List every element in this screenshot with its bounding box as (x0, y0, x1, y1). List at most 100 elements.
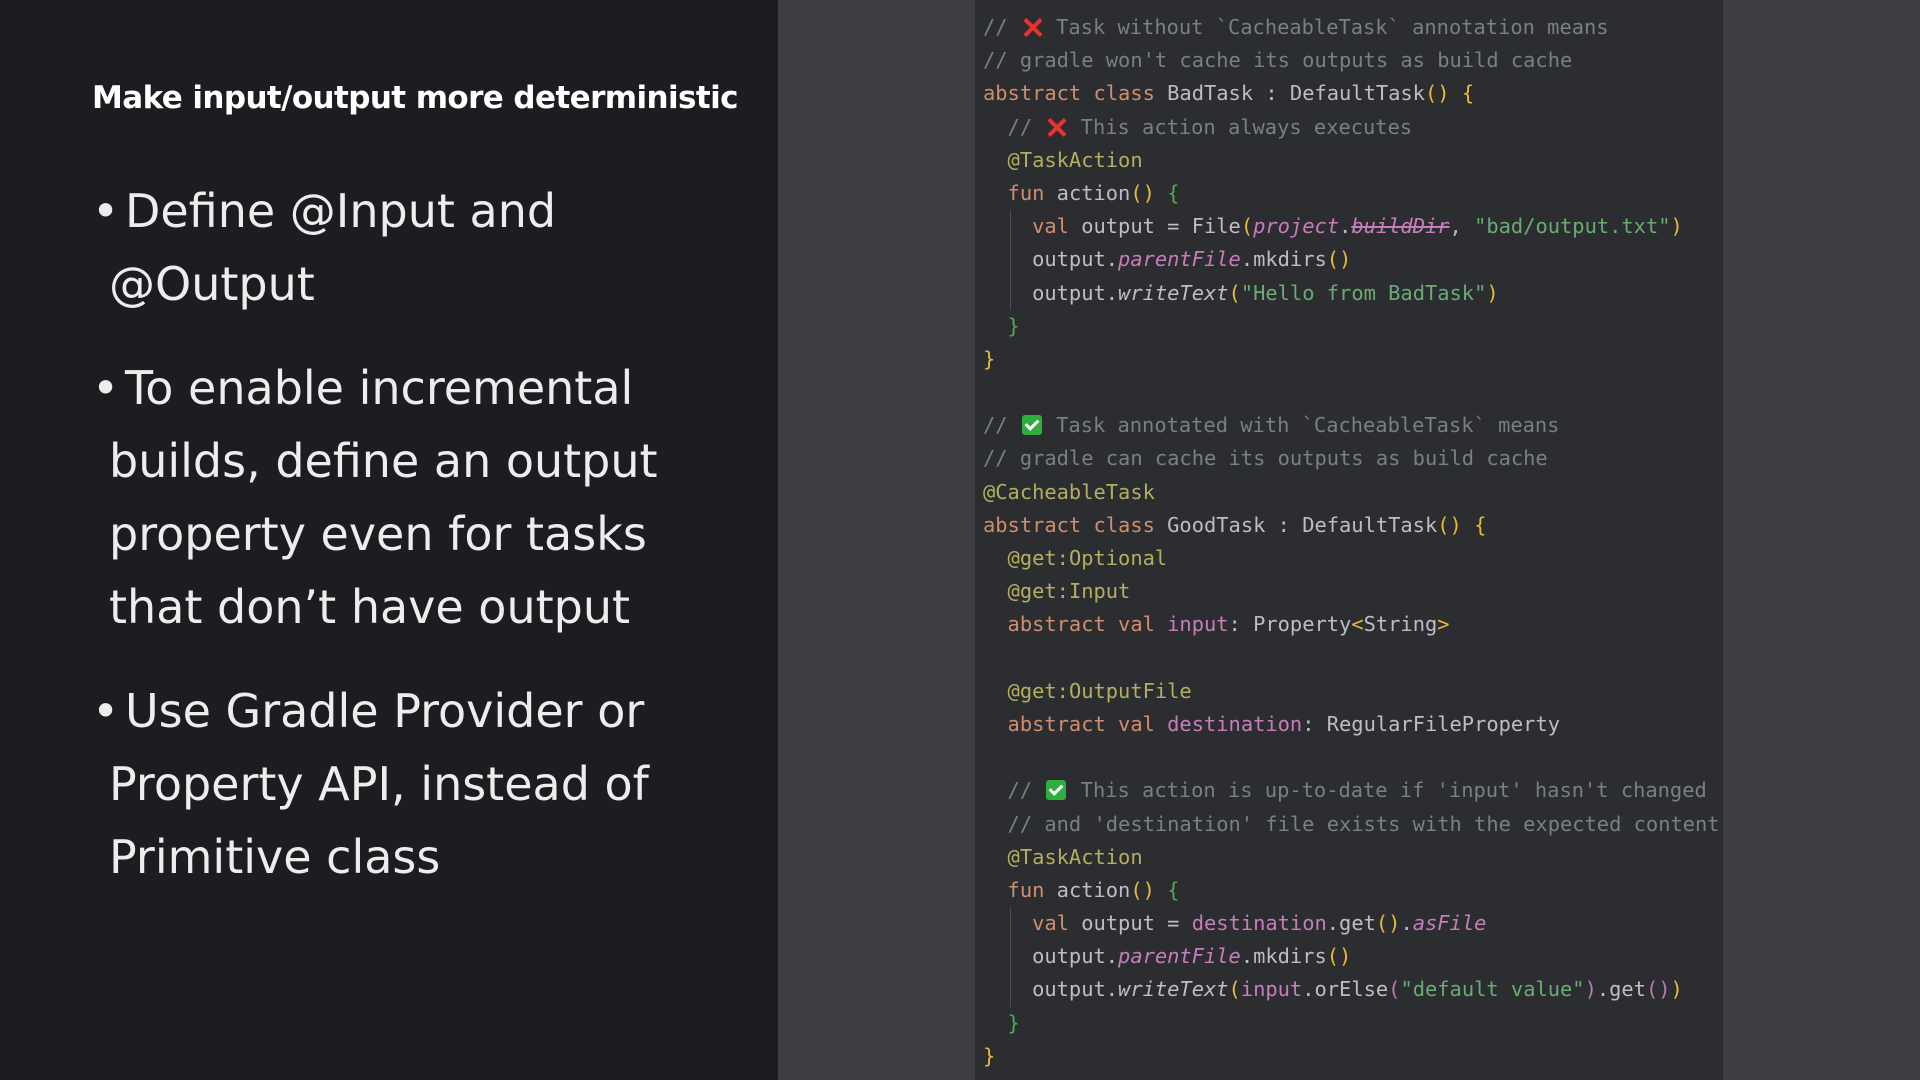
bullet-item: • Define @Input and @Output (92, 175, 732, 321)
indent-guide (1009, 243, 1011, 277)
code-line: @get:Optional (983, 542, 1720, 575)
bullet-line: Primitive class (109, 830, 441, 884)
bullet-item: • To enable incremental builds, define an … (92, 352, 732, 644)
code-line: @TaskAction (983, 841, 1720, 874)
code-token: writeText (1118, 977, 1229, 1002)
code-token: parentFile (1118, 944, 1241, 969)
code-line: // This action always executes (983, 111, 1720, 144)
code-token: // (983, 778, 1045, 803)
code-token: () (1326, 247, 1352, 272)
code-token: abstract class (983, 512, 1168, 537)
code-line: // This action is up-to-date if 'input' … (983, 774, 1720, 807)
code-token: () (1130, 877, 1155, 902)
code-token: output = File (1081, 214, 1241, 239)
code-token: @TaskAction (983, 147, 1143, 172)
code-line: @CacheableTask (983, 476, 1720, 509)
code-line: } (983, 343, 1720, 376)
code-token: ) (1670, 214, 1683, 239)
code-token: buildDir (1351, 214, 1450, 239)
code-line: val output = destination.get().asFile (983, 907, 1720, 941)
code-token: Task annotated with `CacheableTask` mean… (1043, 413, 1560, 438)
code-token: abstract val (983, 612, 1168, 637)
code-line: fun action() { (983, 177, 1720, 210)
code-line: output.parentFile.mkdirs() (983, 940, 1720, 974)
bullet-line: @Output (109, 257, 315, 311)
code-token: :Input (1056, 579, 1131, 604)
bullet-line: To enable incremental (125, 361, 634, 415)
slide-text-panel: Make input/output more deterministic • De… (0, 0, 778, 1080)
code-token: asFile (1412, 911, 1487, 936)
check-mark-icon (1046, 780, 1067, 801)
indent-guide (1009, 940, 1011, 974)
code-token: fun (983, 180, 1057, 205)
code-token: destination (1167, 711, 1303, 736)
code-token: { (1461, 81, 1475, 106)
code-token: .get (1326, 911, 1376, 936)
code-line: } (983, 310, 1720, 343)
code-token: < (1351, 612, 1364, 637)
code-token: val (983, 911, 1082, 936)
bullet-dot: • (92, 684, 120, 738)
code-token: This action is up-to-date if 'input' has… (1068, 778, 1707, 803)
code-token: () (1424, 81, 1450, 106)
indent-guide (1009, 973, 1011, 1007)
bullet-list: • Define @Input and @Output • To enable incr… (92, 175, 732, 925)
code-token: This action always executes (1068, 114, 1413, 139)
code-token: . (1400, 911, 1413, 936)
code-token: ) (1670, 977, 1683, 1002)
code-token: // (983, 114, 1045, 139)
code-token: BadTask : DefaultTask (1167, 81, 1425, 106)
code-token: ) (1584, 977, 1597, 1002)
bullet-item: • Use Gradle Provider or Property API, ins… (92, 675, 732, 894)
cross-mark-icon (1046, 117, 1066, 137)
code-line: val output = File(project.buildDir, "bad… (983, 210, 1720, 244)
code-token: output. (983, 247, 1119, 272)
code-token: () (1326, 944, 1352, 969)
cross-mark-icon (1022, 17, 1042, 37)
code-token: String (1363, 612, 1438, 637)
bullet-dot: • (92, 184, 120, 238)
code-token: parentFile (1118, 247, 1241, 272)
code-token: "Hello from BadTask" (1240, 280, 1487, 305)
check-mark-icon (1021, 415, 1042, 436)
code-token: abstract class (983, 81, 1168, 106)
code-token: output. (983, 977, 1119, 1002)
code-token: // and 'destination' file exists with th… (983, 811, 1720, 836)
code-token: @CacheableTask (983, 479, 1155, 504)
code-token: writeText (1118, 280, 1229, 305)
indent-guide (1009, 276, 1011, 310)
code-token: @get (983, 579, 1057, 604)
code-line: @TaskAction (983, 144, 1720, 177)
code-line: // Task without `CacheableTask` annotati… (983, 11, 1720, 44)
code-token: @get (983, 546, 1057, 570)
code-token: output. (983, 944, 1119, 969)
code-token: ( (1388, 977, 1401, 1002)
code-token: :OutputFile (1056, 678, 1192, 703)
code-token: ( (1240, 214, 1254, 239)
code-line: abstract class GoodTask : DefaultTask() … (983, 509, 1720, 542)
code-line: output.parentFile.mkdirs() (983, 243, 1720, 277)
code-token: : RegularFileProperty (1302, 711, 1561, 736)
code-token: } (983, 346, 996, 371)
code-token: // (983, 15, 1020, 39)
bullet-line: Property API, instead of (109, 757, 649, 811)
code-token: ) (1486, 280, 1499, 305)
code-token: , (1449, 214, 1475, 239)
code-token: () (1130, 180, 1155, 205)
code-token: { (1167, 877, 1180, 902)
code-token: ( (1228, 977, 1241, 1002)
code-line: fun action() { (983, 874, 1720, 907)
code-block: // Task without `CacheableTask` annotati… (983, 11, 1720, 1073)
code-token: .mkdirs (1240, 247, 1327, 272)
code-token: > (1437, 612, 1450, 637)
code-line: abstract val destination: RegularFilePro… (983, 708, 1720, 741)
indent-guide (1009, 907, 1011, 941)
code-token: action (1056, 180, 1131, 205)
bullet-line: that don’t have output (109, 580, 631, 634)
code-token: GoodTask : DefaultTask (1167, 512, 1438, 537)
code-line: } (983, 1007, 1720, 1040)
